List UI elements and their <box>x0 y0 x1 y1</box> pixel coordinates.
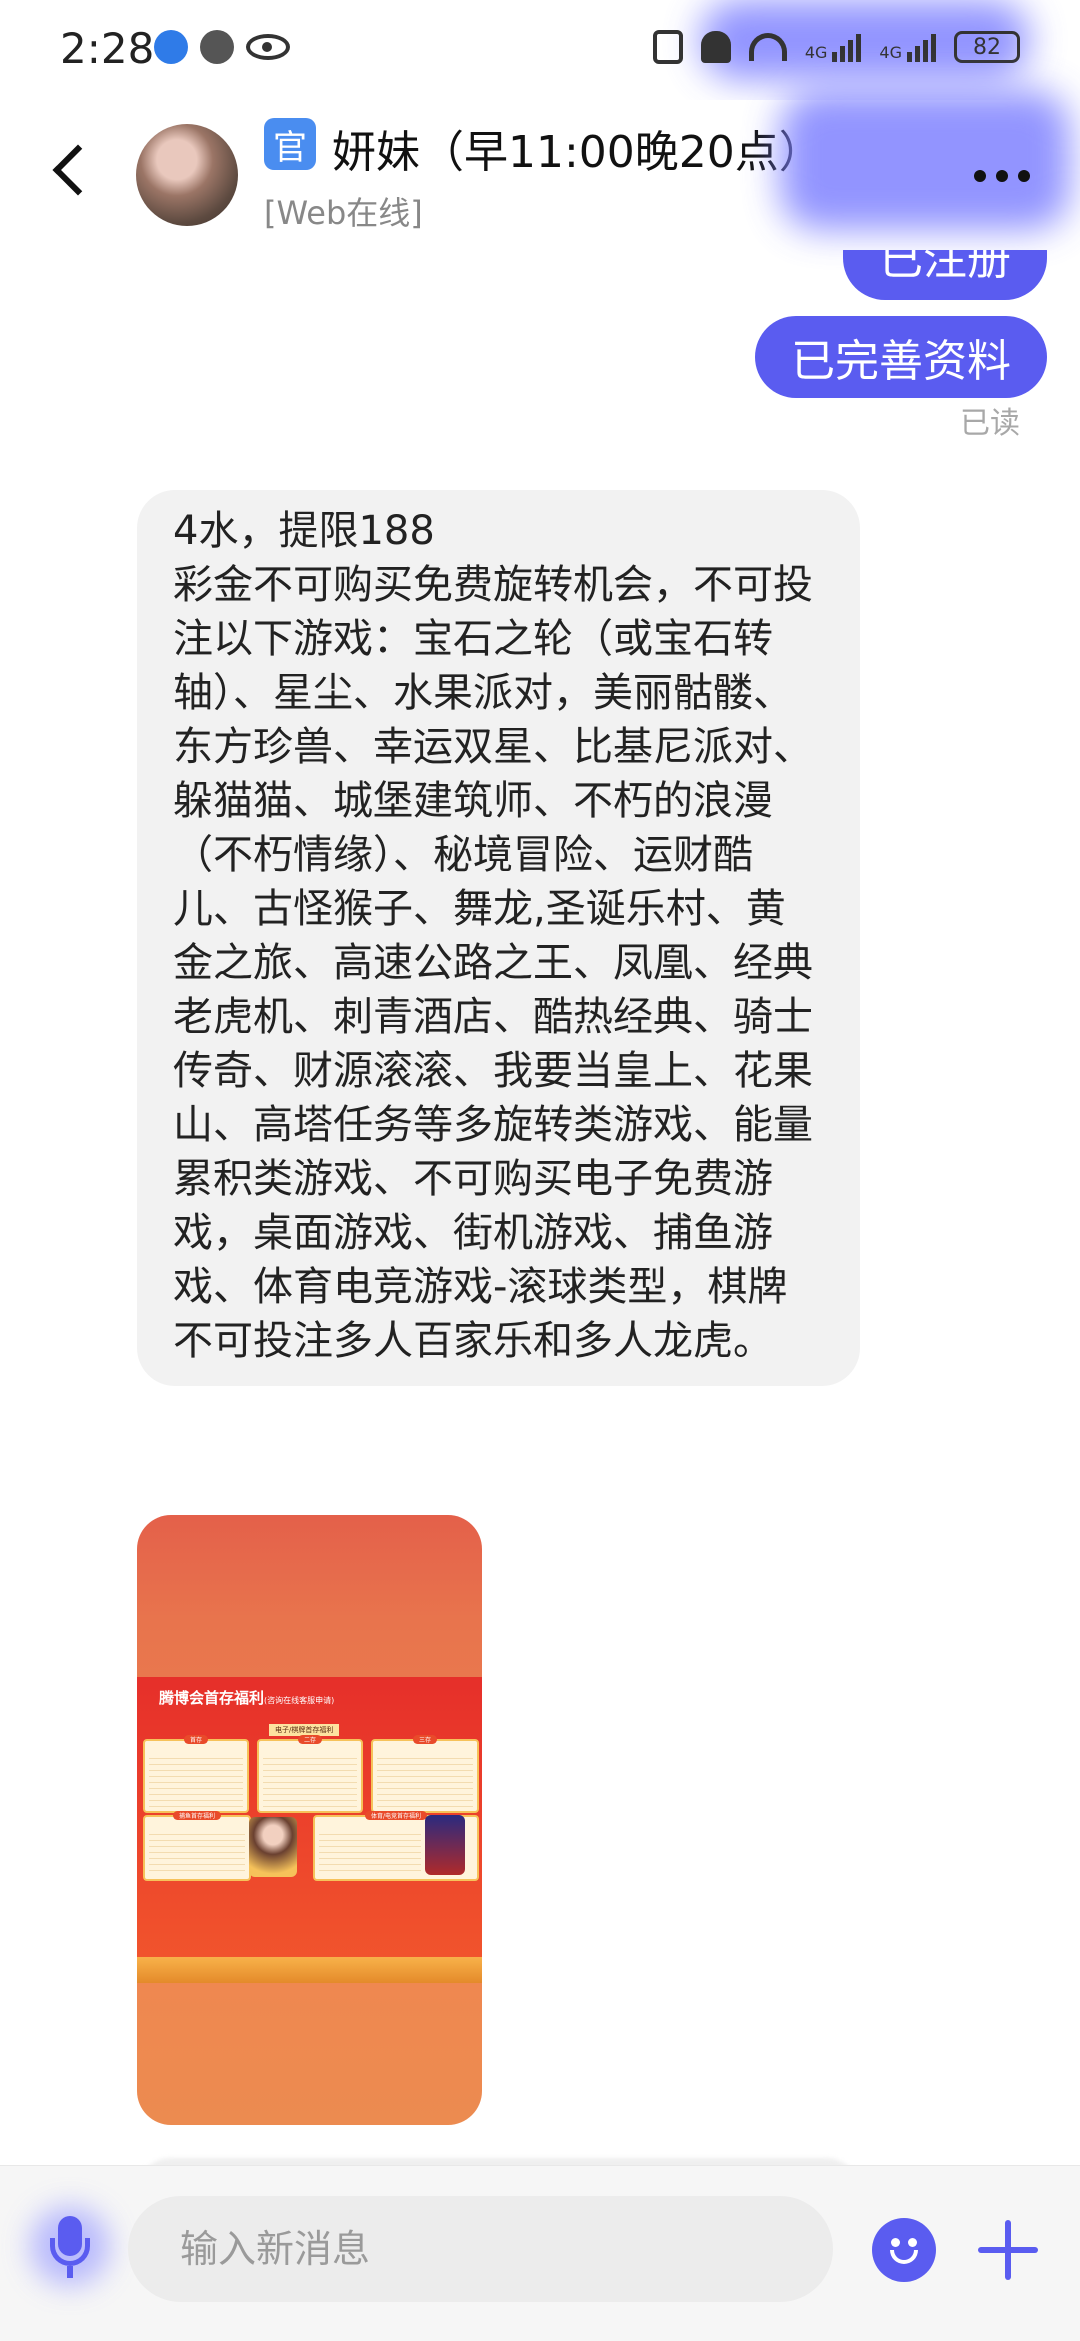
contact-status: [Web在线] <box>264 194 423 232</box>
network-type-label-2: 4G <box>879 43 902 62</box>
plus-icon[interactable] <box>978 2220 1038 2280</box>
mute-bell-icon <box>700 31 731 63</box>
battery-icon: 82 <box>954 31 1020 63</box>
incoming-message[interactable]: 4水，提限188 彩金不可购买免费旋转机会，不可投注以下游戏：宝石之轮（或宝石转… <box>137 490 860 1386</box>
read-receipt: 已读 <box>960 406 1020 441</box>
poster-footer <box>137 1957 482 1983</box>
message-line: 4水，提限188 <box>173 508 435 554</box>
message-line: 彩金不可购买免费旋转机会，不可投注以下游戏：宝石之轮（或宝石转轴）、星尘、水果派… <box>173 562 813 1364</box>
signal-icon-2: 4G <box>879 32 936 62</box>
eye-icon <box>246 34 290 60</box>
message-list[interactable]: 已注册 已完善资料 已读 4水，提限188 彩金不可购买免费旋转机会，不可投注以… <box>0 250 1080 2165</box>
poster-athletes-image <box>425 1815 465 1875</box>
status-time: 2:28 <box>60 24 155 73</box>
poster-card: 捕鱼首存福利 <box>143 1811 251 1881</box>
outgoing-message[interactable]: 已完善资料 <box>755 316 1047 398</box>
redaction-blur-2 <box>780 90 1070 230</box>
input-bar <box>0 2165 1080 2341</box>
poster-model-image <box>249 1817 297 1877</box>
app-notification-icon <box>154 30 188 64</box>
official-badge: 官 <box>264 118 316 170</box>
outgoing-message[interactable]: 已注册 <box>843 250 1047 300</box>
emoji-icon[interactable] <box>872 2218 936 2282</box>
nfc-icon <box>652 30 683 64</box>
status-icons: 4G 4G 82 <box>652 30 1020 64</box>
chat-header: 官 妍妹（早11:00晚20点） [Web在线] <box>0 90 1080 250</box>
blurred-message <box>137 2158 860 2165</box>
avatar-notification-icon <box>200 30 234 64</box>
status-bar: 2:28 4G 4G 82 <box>0 0 1080 100</box>
wifi-icon <box>748 33 787 61</box>
signal-icon: 4G <box>805 32 862 62</box>
more-options-icon[interactable] <box>974 170 1030 182</box>
network-type-label: 4G <box>804 43 828 62</box>
poster-card: 三存 <box>371 1735 479 1813</box>
contact-avatar[interactable] <box>136 124 238 226</box>
poster-card: 首存 <box>143 1735 249 1813</box>
back-arrow-icon[interactable] <box>52 144 104 196</box>
poster-title: 腾博会首存福利(咨询在线客服申请) <box>159 1689 335 1707</box>
message-input[interactable] <box>128 2196 833 2302</box>
image-message[interactable]: 腾博会首存福利(咨询在线客服申请) 电子/棋牌首存福利 首存 二存 三存 捕鱼首… <box>137 1515 482 2125</box>
promo-poster-image: 腾博会首存福利(咨询在线客服申请) 电子/棋牌首存福利 首存 二存 三存 捕鱼首… <box>137 1677 482 1983</box>
contact-name[interactable]: 妍妹（早11:00晚20点） <box>332 116 823 180</box>
poster-card: 二存 <box>257 1735 363 1813</box>
microphone-icon[interactable] <box>30 2206 110 2286</box>
